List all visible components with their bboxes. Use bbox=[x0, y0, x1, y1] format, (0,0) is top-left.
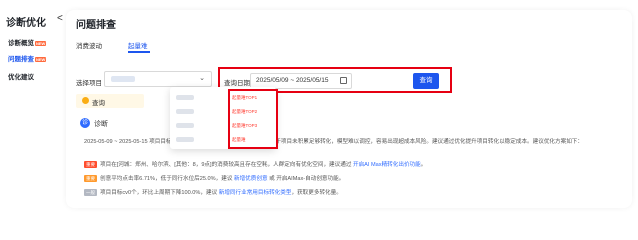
suggestion-link[interactable]: 新增优质创意 bbox=[234, 176, 268, 182]
option-name-blurred bbox=[176, 109, 194, 114]
notice-text: 查询 bbox=[92, 100, 105, 107]
new-badge: NEW bbox=[35, 56, 47, 62]
suggestion-text-tail: ，获取更多转化量。 bbox=[291, 190, 342, 196]
priority-tag: 重要 bbox=[84, 175, 97, 182]
notice-bar: 查询 bbox=[76, 94, 144, 108]
option-tag: 起量难TOP2 bbox=[232, 109, 258, 114]
suggestion-text: 创意平均点击率6.71%，低于同行水位后25.0%，建议 bbox=[100, 176, 234, 182]
selected-project-blurred bbox=[111, 76, 135, 82]
sidebar-title: 诊断优化 bbox=[6, 18, 46, 29]
info-icon bbox=[82, 97, 89, 104]
sidebar-item-label: 优化建议 bbox=[8, 74, 34, 81]
option-tag: 起量难TOP3 bbox=[232, 123, 258, 128]
sidebar-item-suggestions[interactable]: 优化建议 bbox=[8, 71, 34, 81]
project-select-label: 选择项目 bbox=[76, 80, 102, 87]
calendar-icon bbox=[340, 77, 347, 84]
option-name-blurred bbox=[176, 95, 194, 100]
active-tab-indicator bbox=[128, 51, 150, 53]
query-button[interactable]: 查询 bbox=[413, 73, 439, 89]
tab-hard-to-scale[interactable]: 起量难 bbox=[128, 40, 148, 50]
diagnosis-icon: 诊 bbox=[80, 118, 90, 128]
date-range-value: 2025/05/09 ~ 2025/05/15 bbox=[256, 77, 329, 84]
sidebar-item-overview[interactable]: 诊断概览 NEW bbox=[8, 37, 47, 47]
option-tag: 起量难 bbox=[232, 137, 246, 142]
chevron-down-icon: ⌄ bbox=[199, 75, 205, 82]
diagnosis-summary: 2025-05-09 ~ 2025-05-15 项目目标转化量为0，存在空耗情况… bbox=[84, 139, 583, 145]
priority-tag: 重要 bbox=[84, 161, 97, 168]
page-title: 问题排查 bbox=[76, 20, 116, 31]
project-select[interactable]: ⌄ bbox=[104, 71, 212, 87]
option-tag: 起量难TOP1 bbox=[232, 95, 258, 100]
option-name-blurred bbox=[176, 123, 194, 128]
sidebar-item-label: 问题排查 bbox=[8, 56, 34, 63]
diagnosis-title: 诊断 bbox=[94, 121, 108, 128]
suggestion-link[interactable]: 开启AI Max精转化出价功能 bbox=[353, 162, 421, 168]
main-panel: 问题排查 消费波动 起量难 选择项目 ⌄ 查询日期 2025/05/09 ~ 2… bbox=[66, 10, 632, 208]
option-name-blurred bbox=[176, 137, 194, 142]
date-label: 查询日期 bbox=[224, 80, 250, 87]
sidebar-item-label: 诊断概览 bbox=[8, 40, 34, 47]
suggestion-item: 一般 项目目标cv0个，环比上周期下降100.0%，建议 新增同行业常用目标转化类… bbox=[84, 188, 342, 196]
suggestion-link[interactable]: 新增同行业常用目标转化类型 bbox=[219, 190, 292, 196]
project-dropdown: 起量难TOP1 起量难TOP2 起量难TOP3 起量难 bbox=[170, 87, 278, 149]
sidebar: 诊断优化 < 诊断概览 NEW 问题排查 NEW 优化建议 bbox=[6, 8, 66, 208]
collapse-icon[interactable]: < bbox=[57, 13, 63, 24]
tab-consumption-fluctuation[interactable]: 消费波动 bbox=[76, 40, 102, 50]
suggestion-text-tail: 或 开启AIMax-自动创意功能。 bbox=[267, 176, 345, 182]
suggestion-text: 项目在[河城：郑州、哈尔滨、[其他：8，9点]的消费较高且存在空耗，人群定向有优… bbox=[100, 162, 353, 168]
suggestion-item: 重要 项目在[河城：郑州、哈尔滨、[其他：8，9点]的消费较高且存在空耗，人群定向… bbox=[84, 160, 426, 168]
suggestion-text-tail: 。 bbox=[420, 162, 427, 168]
suggestion-text: 项目目标cv0个，环比上周期下降100.0%，建议 bbox=[100, 190, 219, 196]
priority-tag: 一般 bbox=[84, 189, 97, 196]
suggestion-item: 重要 创意平均点击率6.71%，低于同行水位后25.0%，建议 新增优质创意 或 … bbox=[84, 174, 344, 182]
new-badge: NEW bbox=[35, 40, 47, 46]
sidebar-item-troubleshoot[interactable]: 问题排查 NEW bbox=[8, 53, 47, 63]
